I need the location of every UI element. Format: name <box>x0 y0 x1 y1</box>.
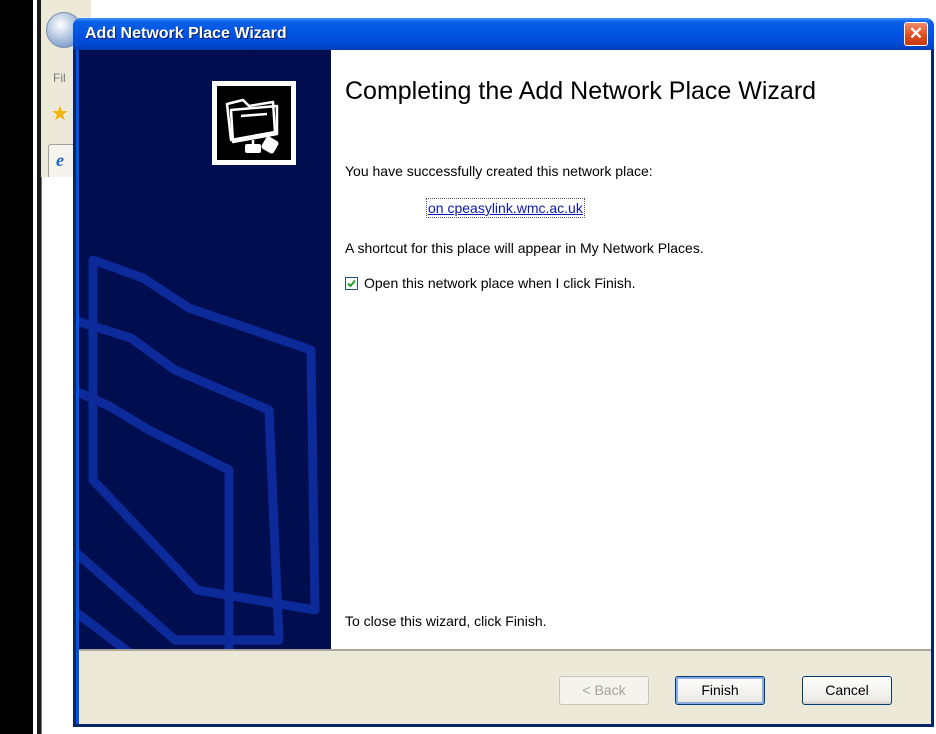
open-place-checkbox-row[interactable]: Open this network place when I click Fin… <box>345 275 636 291</box>
open-place-checkbox[interactable] <box>345 276 358 290</box>
open-place-checkbox-label[interactable]: Open this network place when I click Fin… <box>364 275 636 291</box>
success-message: You have successfully created this netwo… <box>345 163 653 179</box>
title-bar[interactable]: Add Network Place Wizard ✕ <box>73 18 934 50</box>
background-edge <box>0 0 33 734</box>
page-title: Completing the Add Network Place Wizard <box>345 77 817 105</box>
close-button[interactable]: ✕ <box>904 22 928 46</box>
wizard-content: Completing the Add Network Place Wizard … <box>331 50 931 649</box>
back-button[interactable]: < Back <box>559 676 649 705</box>
network-folder-icon <box>212 81 296 165</box>
shortcut-message: A shortcut for this place will appear in… <box>345 240 704 256</box>
network-place-link[interactable]: on cpeasylink.wmc.ac.uk <box>426 198 585 218</box>
wizard-side-panel <box>79 50 331 649</box>
finish-button[interactable]: Finish <box>675 676 765 705</box>
button-bar: < Back Finish Cancel <box>79 651 931 724</box>
close-icon: ✕ <box>908 24 924 43</box>
ie-logo-icon: e <box>56 150 64 170</box>
dialog-title: Add Network Place Wizard <box>85 25 287 42</box>
cancel-button[interactable]: Cancel <box>802 676 892 705</box>
favorites-star-icon[interactable]: ★ <box>51 104 69 124</box>
browser-menu-file[interactable]: Fil <box>53 71 66 85</box>
checkmark-icon <box>347 279 356 287</box>
closing-instruction: To close this wizard, click Finish. <box>345 613 547 629</box>
wizard-dialog: Add Network Place Wizard ✕ Completing th… <box>73 18 934 727</box>
